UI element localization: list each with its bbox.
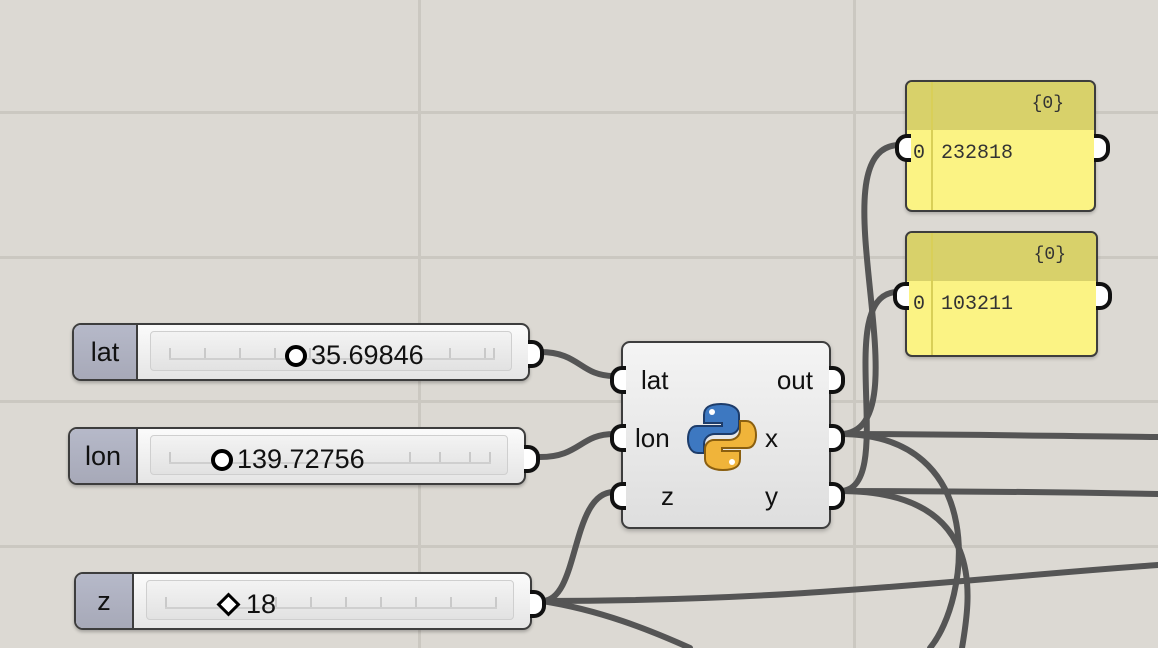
input-param-lon[interactable]: lon: [635, 423, 670, 454]
slider-track[interactable]: 35.69846: [150, 331, 512, 371]
wire-x-panel1[interactable]: [837, 142, 903, 437]
output-param-out[interactable]: out: [777, 365, 813, 396]
slider-track[interactable]: 139.72756: [150, 435, 508, 475]
wire-x-down[interactable]: [837, 431, 962, 648]
data-panel-y[interactable]: {0} 0 103211: [905, 231, 1098, 357]
panel-branch-path: {0}: [1033, 245, 1066, 265]
data-panel-x[interactable]: {0} 0 232818: [905, 80, 1096, 212]
output-param-y[interactable]: y: [765, 481, 778, 512]
panel-input-grip[interactable]: [895, 134, 911, 162]
wire-z-down[interactable]: [539, 598, 693, 648]
wire-y-down[interactable]: [837, 488, 971, 648]
input-grip-lat[interactable]: [610, 366, 626, 394]
wire-lat[interactable]: [537, 349, 617, 379]
slider-name-label: lon: [70, 429, 138, 483]
panel-row: 0 103211: [913, 293, 1013, 316]
slider-knob-icon[interactable]: [211, 448, 233, 471]
slider-knob-diamond-icon[interactable]: [216, 592, 241, 617]
slider-knob-icon[interactable]: [285, 344, 307, 367]
number-slider-lon[interactable]: lon 139.72756: [68, 427, 526, 485]
wire-z[interactable]: [539, 489, 617, 604]
slider-name-label: lat: [74, 325, 138, 379]
panel-header: {0}: [907, 233, 1096, 281]
panel-input-grip[interactable]: [893, 282, 909, 310]
input-param-lat[interactable]: lat: [641, 365, 668, 396]
slider-value[interactable]: 18: [215, 589, 276, 620]
wire-z-right[interactable]: [539, 562, 1158, 604]
python-script-component[interactable]: lat lon z out x y: [621, 341, 831, 529]
slider-value[interactable]: 35.69846: [285, 340, 424, 371]
input-param-z[interactable]: z: [661, 481, 674, 512]
panel-row-value: 232818: [941, 142, 1014, 165]
panel-row: 0 232818: [913, 142, 1013, 165]
slider-track[interactable]: 18: [146, 580, 514, 620]
wire-lon[interactable]: [537, 431, 617, 460]
panel-row-value: 103211: [941, 293, 1014, 316]
python-icon: [686, 402, 758, 472]
number-slider-lat[interactable]: lat 35.69846: [72, 323, 530, 381]
wire-x-right[interactable]: [837, 431, 1158, 440]
panel-row-index: 0: [913, 142, 926, 165]
slider-value-text: 18: [246, 589, 277, 619]
panel-header: {0}: [907, 82, 1094, 130]
slider-name-label: z: [76, 574, 134, 628]
panel-branch-path: {0}: [1031, 94, 1064, 114]
number-slider-z[interactable]: z 18: [74, 572, 532, 630]
input-grip-lon[interactable]: [610, 424, 626, 452]
slider-value-text: 35.69846: [311, 340, 424, 370]
slider-value[interactable]: 139.72756: [211, 444, 365, 475]
panel-row-index: 0: [913, 293, 926, 316]
wire-y-panel2[interactable]: [837, 289, 901, 494]
input-grip-z[interactable]: [610, 482, 626, 510]
slider-value-text: 139.72756: [237, 444, 365, 474]
output-param-x[interactable]: x: [765, 423, 778, 454]
